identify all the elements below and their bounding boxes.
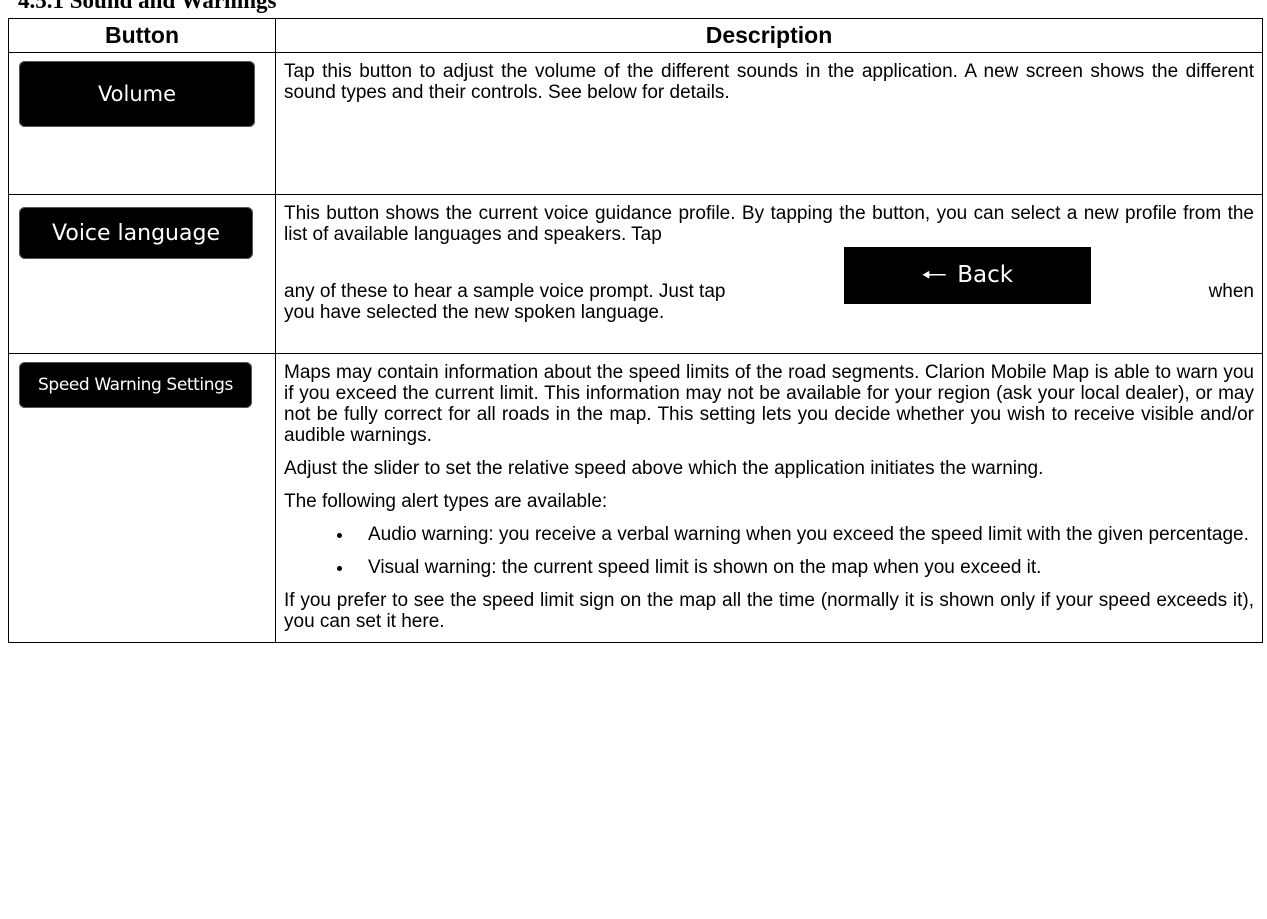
button-cell: Voice language [8, 194, 276, 354]
table-row: Voice language This button shows the cur… [8, 194, 1263, 354]
list-item: Audio warning: you receive a verbal warn… [354, 524, 1254, 545]
alert-types-list: Audio warning: you receive a verbal warn… [284, 524, 1254, 578]
left-arrow-icon: 🠐 [920, 257, 948, 293]
description-paragraph: Maps may contain information about the s… [284, 362, 1254, 446]
volume-button-label: Volume [97, 82, 177, 106]
back-button-label: Back [957, 262, 1014, 288]
speed-warning-settings-button-label: Speed Warning Settings [38, 375, 233, 395]
description-text: you have selected the new spoken languag… [284, 302, 665, 323]
description-cell: Maps may contain information about the s… [275, 353, 1263, 643]
description-text: when [1208, 281, 1254, 302]
section-title: 4.5.1 Sound and Warnings [18, 0, 277, 13]
description-paragraph: Tap this button to adjust the volume of … [284, 61, 1254, 103]
description-paragraph: Adjust the slider to set the relative sp… [284, 458, 1044, 479]
description-text: any of these to hear a sample voice prom… [284, 281, 726, 302]
list-item: Visual warning: the current speed limit … [354, 557, 1254, 578]
description-cell: Tap this button to adjust the volume of … [275, 52, 1263, 195]
speed-warning-settings-button[interactable]: Speed Warning Settings [19, 362, 252, 408]
description-paragraph: If you prefer to see the speed limit sig… [284, 590, 1254, 632]
table-row: Speed Warning Settings Maps may contain … [8, 353, 1263, 643]
table-row: Volume Tap this button to adjust the vol… [8, 52, 1263, 195]
voice-language-button[interactable]: Voice language [19, 207, 253, 259]
button-description-table: Button Description Volume Tap this butto… [8, 18, 1263, 643]
description-column-header: Description [275, 18, 1263, 53]
description-paragraph: The following alert types are available: [284, 491, 608, 512]
back-inline-line: any of these to hear a sample voice prom… [284, 245, 1254, 304]
volume-button[interactable]: Volume [19, 61, 255, 127]
description-text: This button shows the current voice guid… [284, 203, 1254, 245]
table-header-row: Button Description [8, 18, 1263, 53]
description-paragraph: This button shows the current voice guid… [284, 203, 1254, 323]
button-cell: Volume [8, 52, 276, 195]
back-button[interactable]: 🠐 Back [843, 247, 1091, 304]
voice-language-button-label: Voice language [52, 220, 220, 246]
button-column-header: Button [8, 18, 276, 53]
button-cell: Speed Warning Settings [8, 353, 276, 643]
description-cell: This button shows the current voice guid… [275, 194, 1263, 354]
